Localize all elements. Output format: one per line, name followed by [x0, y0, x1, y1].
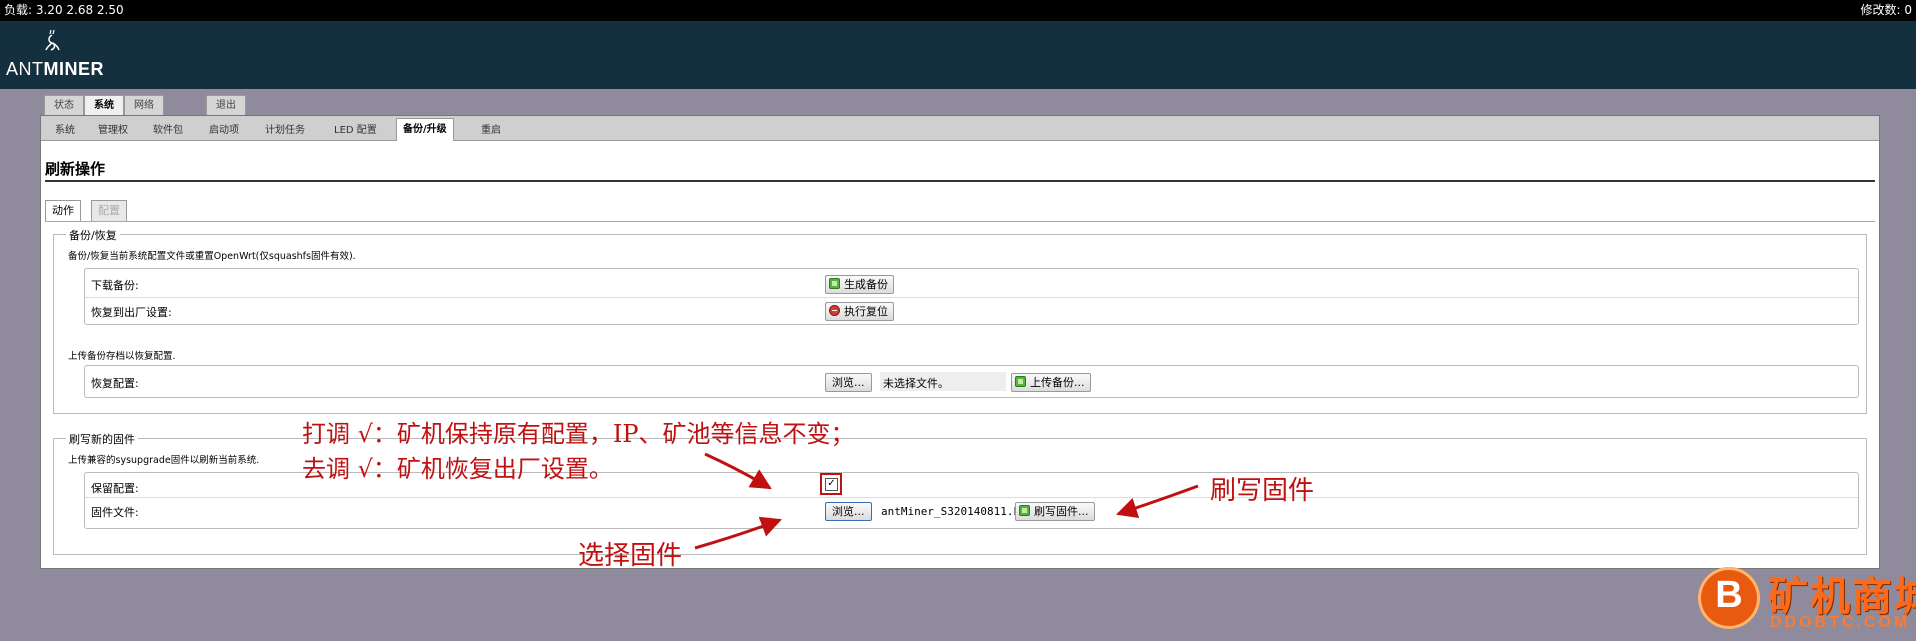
upload-icon: [1015, 376, 1026, 387]
title-divider: [45, 180, 1875, 182]
backup-options: 下载备份: 生成备份 恢复到出厂设置: 执行复位: [84, 268, 1859, 325]
subtab-system[interactable]: 系统: [55, 121, 75, 136]
keep-config-label: 保留配置:: [91, 482, 139, 495]
factory-reset-label: 恢复到出厂设置:: [91, 306, 172, 319]
restore-config-box: 恢复配置: 浏览... 未选择文件。 上传备份...: [84, 365, 1859, 398]
annotation-keep-checked: 打调 √：矿机保持原有配置，IP、矿池等信息不变；: [302, 420, 855, 448]
tab-config[interactable]: 配置: [91, 200, 127, 221]
no-file-text: 未选择文件。: [883, 377, 949, 390]
content-tab-divider: [45, 221, 1875, 222]
load-indicator: 负载: 3.20 2.68 2.50: [4, 3, 124, 17]
subtab-software[interactable]: 软件包: [153, 121, 183, 136]
tab-network[interactable]: 网络: [124, 95, 164, 115]
restore-config-label: 恢复配置:: [91, 377, 139, 390]
watermark-sub-text: DDOBTC.COM: [1770, 614, 1911, 631]
subtab-startup[interactable]: 启动项: [209, 121, 239, 136]
subtab-cron[interactable]: 计划任务: [265, 121, 305, 136]
row-divider: [85, 497, 1858, 498]
reset-icon: [829, 305, 840, 316]
flash-icon: [1019, 505, 1030, 516]
tab-system[interactable]: 系统: [84, 95, 124, 116]
annotation-flash-firmware: 刷写固件: [1210, 476, 1315, 506]
reset-button[interactable]: 执行复位: [825, 302, 894, 321]
browse-backup-button[interactable]: 浏览...: [825, 373, 872, 392]
annotation-choose-firmware: 选择固件: [578, 541, 683, 571]
firmware-file-label: 固件文件:: [91, 506, 139, 519]
upload-description: 上传备份存档以恢复配置.: [68, 351, 176, 362]
ant-logo-icon: [45, 29, 60, 51]
row-divider: [85, 297, 1858, 298]
header: ANTMINER: [0, 21, 1916, 89]
tab-logout[interactable]: 退出: [206, 95, 246, 115]
upload-backup-button[interactable]: 上传备份...: [1011, 373, 1091, 392]
backup-legend: 备份/恢复: [66, 227, 120, 243]
subtab-led[interactable]: LED 配置: [334, 121, 377, 136]
bitcoin-badge-icon: B: [1698, 567, 1760, 629]
main-panel: 系统 管理权 软件包 启动项 计划任务 LED 配置 备份/升级 重启 刷新操作…: [40, 115, 1880, 569]
firmware-description: 上传兼容的sysupgrade固件以刷新当前系统.: [68, 455, 260, 466]
browse-firmware-button[interactable]: 浏览...: [825, 502, 872, 521]
keep-config-checkbox[interactable]: ✓: [825, 478, 838, 491]
download-backup-label: 下载备份:: [91, 279, 139, 292]
firmware-file-name: antMiner_S320140811.bin: [881, 505, 1034, 518]
watermark: B 矿机商城 DDOBTC.COM: [1690, 564, 1916, 636]
tab-action[interactable]: 动作: [45, 200, 81, 221]
flash-firmware-button[interactable]: 刷写固件...: [1015, 502, 1095, 521]
subtab-admin[interactable]: 管理权: [98, 121, 128, 136]
backup-restore-section: 备份/恢复 备份/恢复当前系统配置文件或重置OpenWrt(仅squashfs固…: [53, 227, 1867, 414]
changes-counter[interactable]: 修改数: 0: [1861, 0, 1913, 21]
annotation-keep-unchecked: 去调 √：矿机恢复出厂设置。: [302, 455, 613, 483]
generate-backup-button[interactable]: 生成备份: [825, 275, 894, 294]
status-bar: 负载: 3.20 2.68 2.50 修改数: 0: [0, 0, 1916, 21]
firmware-legend: 刷写新的固件: [66, 431, 138, 447]
subtab-backup-upgrade[interactable]: 备份/升级: [396, 118, 454, 141]
page-title: 刷新操作: [45, 160, 106, 178]
subtab-reboot[interactable]: 重启: [481, 121, 501, 136]
add-icon: [829, 278, 840, 289]
sub-tabs: 系统 管理权 软件包 启动项 计划任务 LED 配置 备份/升级 重启: [41, 116, 1879, 141]
tab-status[interactable]: 状态: [44, 95, 84, 115]
logo-text: ANTMINER: [6, 59, 104, 79]
backup-description: 备份/恢复当前系统配置文件或重置OpenWrt(仅squashfs固件有效).: [68, 251, 356, 262]
